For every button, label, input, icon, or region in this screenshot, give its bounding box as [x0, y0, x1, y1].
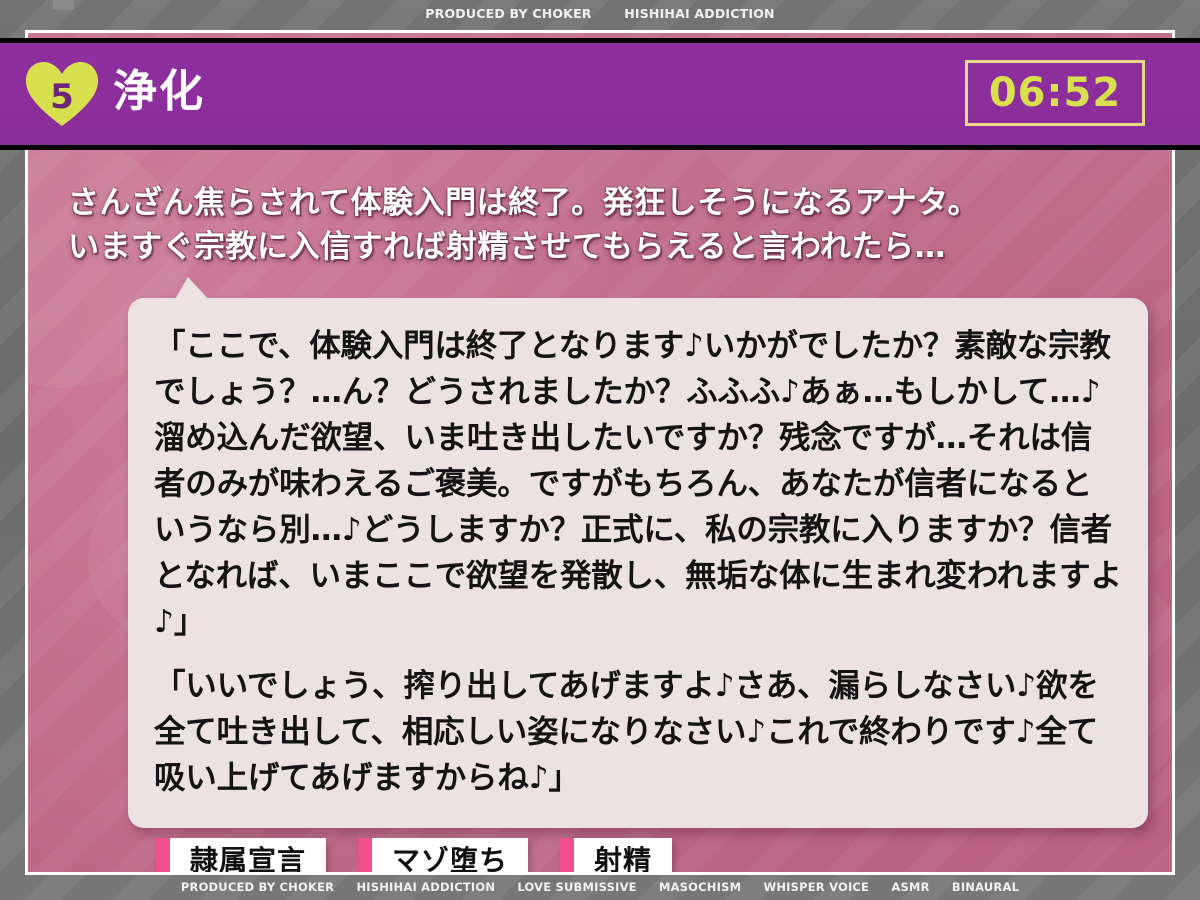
credit-item: ASMR [891, 880, 930, 894]
credit-item: MASOCHISM [658, 880, 742, 894]
credit-item: BINAURAL [951, 880, 1020, 894]
credit-item: LOVE SUBMISSIVE [517, 880, 637, 894]
tag-chip-1[interactable]: 隷属宣言 [156, 838, 327, 873]
tag-chip-3[interactable]: 射精 [560, 838, 673, 873]
timer-badge: 06:52 [965, 60, 1145, 126]
page-title: 浄化 [113, 66, 205, 117]
tag-label: 隷属宣言 [190, 844, 307, 873]
tag-row: 隷属宣言 マゾ堕ち 射精 [156, 838, 673, 873]
credit-item: WHISPER VOICE [763, 880, 870, 894]
tag-accent-bar [358, 838, 373, 872]
credit-item: PRODUCED BY CHOKER [180, 880, 335, 894]
credit-strip-bottom: PRODUCED BY CHOKER HISHIHAI ADDICTION LO… [0, 880, 1200, 894]
credit-item: PRODUCED BY CHOKER [425, 6, 592, 21]
slide-body: さんざん焦らされて体験入門は終了。発狂しそうになるアナタ。 いますぐ宗教に入信す… [28, 33, 1172, 872]
slide-frame: さんざん焦らされて体験入門は終了。発狂しそうになるアナタ。 いますぐ宗教に入信す… [25, 30, 1175, 875]
dialogue-paragraph: 「ここで、体験入門は終了となります♪いかがでしたか？素敵な宗教でしょう？…ん？ど… [154, 328, 1122, 640]
dialogue-bubble-tail [174, 277, 210, 301]
tag-accent-bar [560, 838, 575, 872]
episode-header-bar: 5 浄化 06:52 [0, 38, 1200, 150]
header-left-group: 5 浄化 [25, 43, 205, 145]
dialogue-bubble: 「ここで、体験入門は終了となります♪いかがでしたか？素敵な宗教でしょう？…ん？ど… [128, 277, 1148, 828]
credit-item: HISHIHAI ADDICTION [624, 6, 775, 21]
tag-chip-2[interactable]: マゾ堕ち [358, 838, 529, 873]
description-line: いますぐ宗教に入信すれば射精させてもらえると言われたら… [68, 229, 946, 266]
track-number: 5 [50, 77, 74, 117]
tag-accent-bar [156, 838, 170, 872]
description-line: さんざん焦らされて体験入門は終了。発狂しそうになるアナタ。 [68, 185, 980, 221]
credit-strip-top: PRODUCED BY CHOKER HISHIHAI ADDICTION [0, 6, 1200, 21]
timer-value: 06:52 [988, 70, 1122, 116]
heart-icon: 5 [25, 60, 99, 128]
episode-description: さんざん焦らされて体験入門は終了。発狂しそうになるアナタ。 いますぐ宗教に入信す… [68, 181, 1138, 269]
credit-item: HISHIHAI ADDICTION [356, 880, 496, 894]
tag-label: 射精 [594, 844, 653, 873]
tag-label: マゾ堕ち [392, 844, 509, 873]
dialogue-paragraph: 「いいでしょう、搾り出してあげますよ♪さあ、漏らしなさい♪欲を全て吐き出して、相… [154, 667, 1099, 796]
